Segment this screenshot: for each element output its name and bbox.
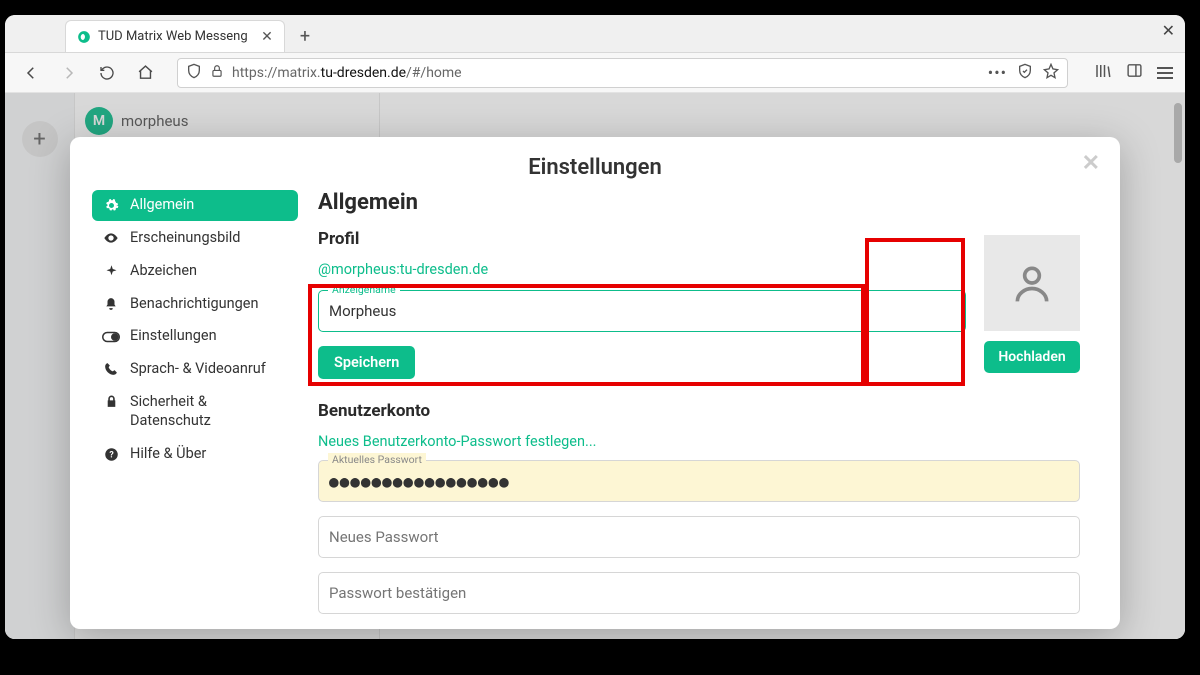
- tab-title: TUD Matrix Web Messeng: [98, 29, 254, 44]
- reload-button[interactable]: [93, 59, 121, 87]
- lock-icon[interactable]: [210, 63, 224, 82]
- shield-icon[interactable]: [186, 63, 202, 83]
- back-button[interactable]: [17, 59, 45, 87]
- subsection-title-profile: Profil: [318, 229, 1080, 249]
- window-close-icon[interactable]: ✕: [1162, 21, 1175, 40]
- library-icon[interactable]: [1094, 62, 1112, 84]
- new-tab-button[interactable]: +: [291, 22, 319, 50]
- set-password-link[interactable]: Neues Benutzerkonto-Passwort festlegen..…: [318, 433, 1080, 450]
- settings-nav: Allgemein Erscheinungsbild Abzeichen Ben…: [70, 190, 308, 629]
- current-password-input[interactable]: ●●●●●●●●●●●●●●●●●: [318, 460, 1080, 502]
- current-password-label: Aktuelles Passwort: [328, 453, 426, 466]
- url-bar[interactable]: https://matrix.tu-dresden.de/#/home •••: [177, 58, 1068, 88]
- subsection-title-account: Benutzerkonto: [318, 401, 1080, 421]
- gear-icon: [102, 198, 120, 213]
- bookmark-star-icon[interactable]: [1043, 63, 1059, 83]
- help-icon: ?: [102, 447, 120, 462]
- svg-text:?: ?: [109, 450, 114, 460]
- reader-shield-icon[interactable]: [1017, 63, 1033, 83]
- page-actions-icon[interactable]: •••: [988, 63, 1007, 82]
- phone-icon: [102, 362, 120, 376]
- new-password-input[interactable]: [318, 516, 1080, 558]
- sparkle-icon: [102, 264, 120, 279]
- sidebar-toggle-icon[interactable]: [1126, 62, 1143, 83]
- upload-button[interactable]: Hochladen: [984, 341, 1080, 373]
- settings-content: Allgemein Profil @morpheus:tu-dresden.de…: [308, 190, 1120, 629]
- modal-title: Einstellungen ✕: [70, 137, 1120, 190]
- url-text: https://matrix.tu-dresden.de/#/home: [232, 65, 980, 81]
- nav-item-general[interactable]: Allgemein: [92, 190, 298, 221]
- bell-icon: [102, 297, 120, 311]
- nav-item-appearance[interactable]: Erscheinungsbild: [92, 223, 298, 254]
- avatar-placeholder[interactable]: [984, 235, 1080, 331]
- home-button[interactable]: [131, 59, 159, 87]
- settings-modal: Einstellungen ✕ Allgemein Erscheinungsbi…: [70, 137, 1120, 629]
- modal-close-icon[interactable]: ✕: [1082, 151, 1100, 176]
- tab-favicon-icon: [76, 29, 92, 45]
- matrix-id: @morpheus:tu-dresden.de: [318, 261, 966, 278]
- nav-item-preferences[interactable]: Einstellungen: [92, 321, 298, 352]
- displayname-input[interactable]: [318, 290, 966, 332]
- nav-item-security[interactable]: Sicherheit & Datenschutz: [92, 387, 298, 437]
- nav-item-notifications[interactable]: Benachrichtigungen: [92, 289, 298, 320]
- nav-item-flair[interactable]: Abzeichen: [92, 256, 298, 287]
- tab-close-icon[interactable]: ✕: [260, 30, 274, 44]
- nav-item-voice-video[interactable]: Sprach- & Videoanruf: [92, 354, 298, 385]
- hamburger-menu-icon[interactable]: [1157, 67, 1173, 79]
- confirm-password-input[interactable]: [318, 572, 1080, 614]
- save-button[interactable]: Speichern: [318, 346, 415, 379]
- browser-window: TUD Matrix Web Messeng ✕ + ✕ https://: [5, 15, 1185, 639]
- forward-button[interactable]: [55, 59, 83, 87]
- browser-tab[interactable]: TUD Matrix Web Messeng ✕: [65, 20, 285, 52]
- section-title-general: Allgemein: [318, 190, 1080, 215]
- toggle-icon: [102, 331, 120, 343]
- eye-icon: [102, 230, 120, 246]
- browser-toolbar: https://matrix.tu-dresden.de/#/home •••: [5, 53, 1185, 93]
- page-content: + M morpheus Einstellungen ✕: [5, 93, 1185, 639]
- lock-nav-icon: [102, 395, 120, 408]
- nav-item-help[interactable]: ? Hilfe & Über: [92, 439, 298, 470]
- tab-bar: TUD Matrix Web Messeng ✕ + ✕: [5, 15, 1185, 53]
- displayname-label: Anzeigename: [328, 283, 400, 296]
